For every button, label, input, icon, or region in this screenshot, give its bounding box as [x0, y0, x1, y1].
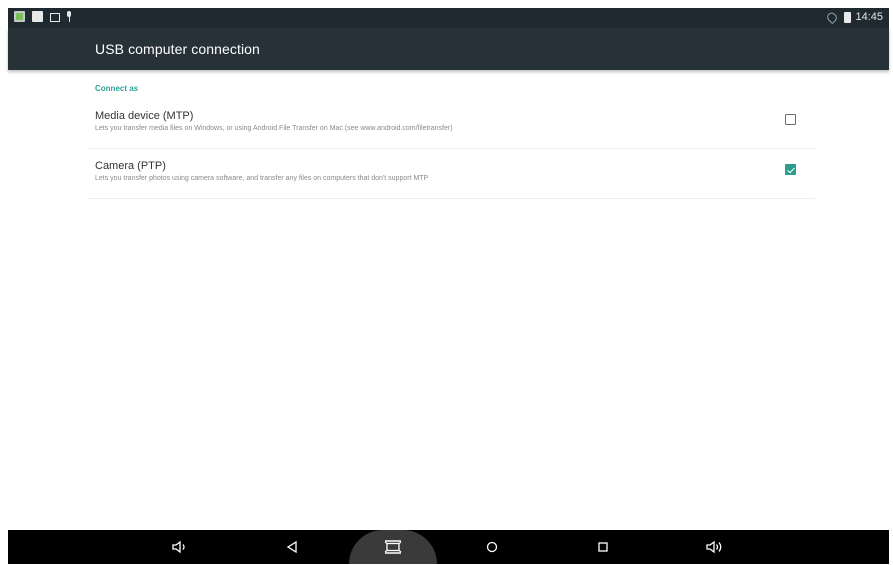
recents-icon: [598, 542, 608, 552]
volume-up-button[interactable]: [685, 530, 745, 564]
option-title: Camera (PTP): [95, 160, 166, 172]
mtp-checkbox[interactable]: [785, 114, 796, 125]
home-button[interactable]: [462, 530, 522, 564]
option-media-device-mtp[interactable]: Media device (MTP) Lets you transfer med…: [87, 100, 815, 149]
page-title: USB computer connection: [95, 41, 260, 57]
option-title: Media device (MTP): [95, 110, 194, 122]
notification-icon: [32, 11, 43, 22]
gallery-icon: [14, 11, 25, 22]
screenshot-button[interactable]: [363, 530, 423, 564]
volume-down-button[interactable]: [150, 530, 210, 564]
recents-button[interactable]: [573, 530, 633, 564]
battery-icon: [844, 11, 852, 23]
wifi-icon: [825, 10, 840, 24]
status-time: 14:45: [855, 11, 883, 23]
home-icon: [486, 541, 498, 553]
navigation-bar: [8, 530, 889, 564]
back-icon: [286, 541, 297, 553]
status-bar: 14:45: [8, 8, 889, 28]
status-left-icons: [14, 11, 71, 22]
section-header: Connect as: [95, 84, 139, 93]
usb-icon: [67, 11, 71, 22]
ptp-checkbox[interactable]: [785, 164, 796, 175]
app-bar: USB computer connection: [8, 28, 889, 70]
screenshot-notification-icon: [50, 13, 60, 22]
volume-up-icon: [706, 540, 722, 554]
volume-down-icon: [172, 540, 185, 554]
option-summary: Lets you transfer photos using camera so…: [95, 175, 429, 182]
option-camera-ptp[interactable]: Camera (PTP) Lets you transfer photos us…: [87, 150, 815, 199]
status-right: 14:45: [825, 10, 883, 24]
back-button[interactable]: [262, 530, 322, 564]
option-summary: Lets you transfer media files on Windows…: [95, 125, 453, 132]
screenshot-icon: [384, 540, 402, 554]
